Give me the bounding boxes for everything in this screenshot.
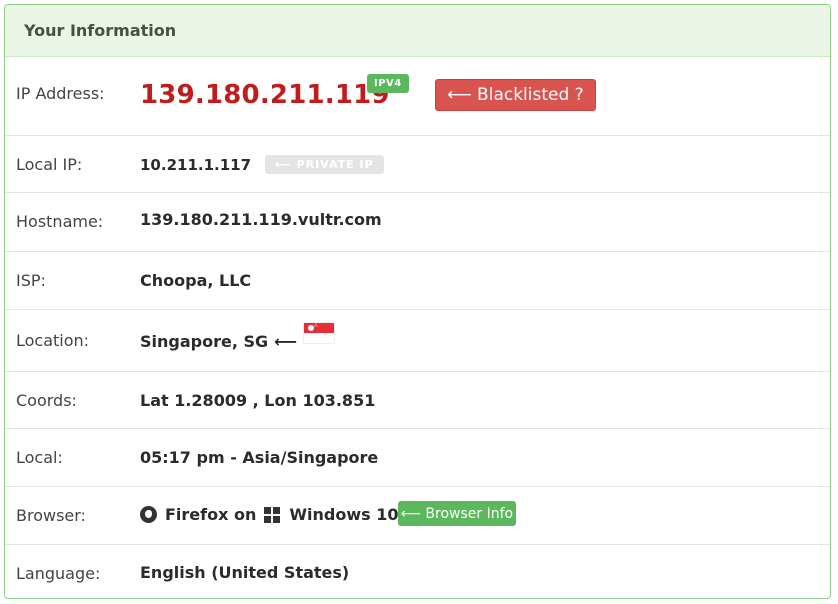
row-location: Location: Singapore, SG ⟵ ∴ (5, 310, 830, 372)
ipv4-badge: IPV4 (367, 74, 409, 93)
location-value-group: Singapore, SG ⟵ ∴ (140, 322, 336, 352)
row-local-time: Local: 05:17 pm - Asia/Singapore (5, 429, 830, 487)
language-label: Language: (16, 564, 101, 583)
singapore-flag-icon: ∴ (303, 322, 336, 344)
local-ip-value-group: 10.211.1.117 ⟵ PRIVATE IP (140, 155, 384, 174)
row-isp: ISP: Choopa, LLC (5, 252, 830, 310)
isp-value: Choopa, LLC (140, 271, 252, 290)
browser-label: Browser: (16, 506, 86, 525)
windows-icon (264, 506, 281, 523)
blacklisted-button[interactable]: ⟵ Blacklisted ? (435, 79, 596, 111)
browser-info-button[interactable]: ⟵ Browser Info (398, 501, 516, 526)
row-ip-address: IP Address: 139.180.211.119 IPV4 ⟵ Black… (5, 57, 830, 136)
firefox-icon (140, 506, 157, 523)
os-name: Windows 10 (289, 505, 399, 524)
coords-label: Coords: (16, 391, 77, 410)
browser-value-group: Firefox on Windows 10 (140, 505, 399, 524)
browser-name: Firefox on (165, 505, 257, 524)
local-ip-value: 10.211.1.117 (140, 155, 252, 174)
location-arrow: ⟵ (274, 331, 298, 351)
local-time-label: Local: (16, 448, 63, 467)
row-coords: Coords: Lat 1.28009 , Lon 103.851 (5, 372, 830, 429)
local-ip-label: Local IP: (16, 155, 83, 174)
isp-label: ISP: (16, 271, 46, 290)
location-label: Location: (16, 331, 90, 350)
row-browser: Browser: Firefox on Windows 10 ⟵ Browser… (5, 487, 830, 545)
row-hostname: Hostname: 139.180.211.119.vultr.com (5, 193, 830, 252)
hostname-value: 139.180.211.119.vultr.com (140, 210, 382, 229)
location-value: Singapore, SG (140, 331, 269, 351)
language-value: English (United States) (140, 563, 350, 582)
row-local-ip: Local IP: 10.211.1.117 ⟵ PRIVATE IP (5, 136, 830, 193)
ip-address-value: 139.180.211.119 (140, 80, 390, 110)
local-time-value: 05:17 pm - Asia/Singapore (140, 448, 379, 467)
hostname-label: Hostname: (16, 212, 104, 231)
private-ip-badge: ⟵ PRIVATE IP (265, 155, 384, 174)
ip-address-label: IP Address: (16, 84, 105, 103)
coords-value: Lat 1.28009 , Lon 103.851 (140, 391, 376, 410)
info-panel: Your Information IP Address: 139.180.211… (4, 4, 831, 599)
panel-title: Your Information (5, 5, 830, 57)
row-language: Language: English (United States) (5, 545, 830, 598)
